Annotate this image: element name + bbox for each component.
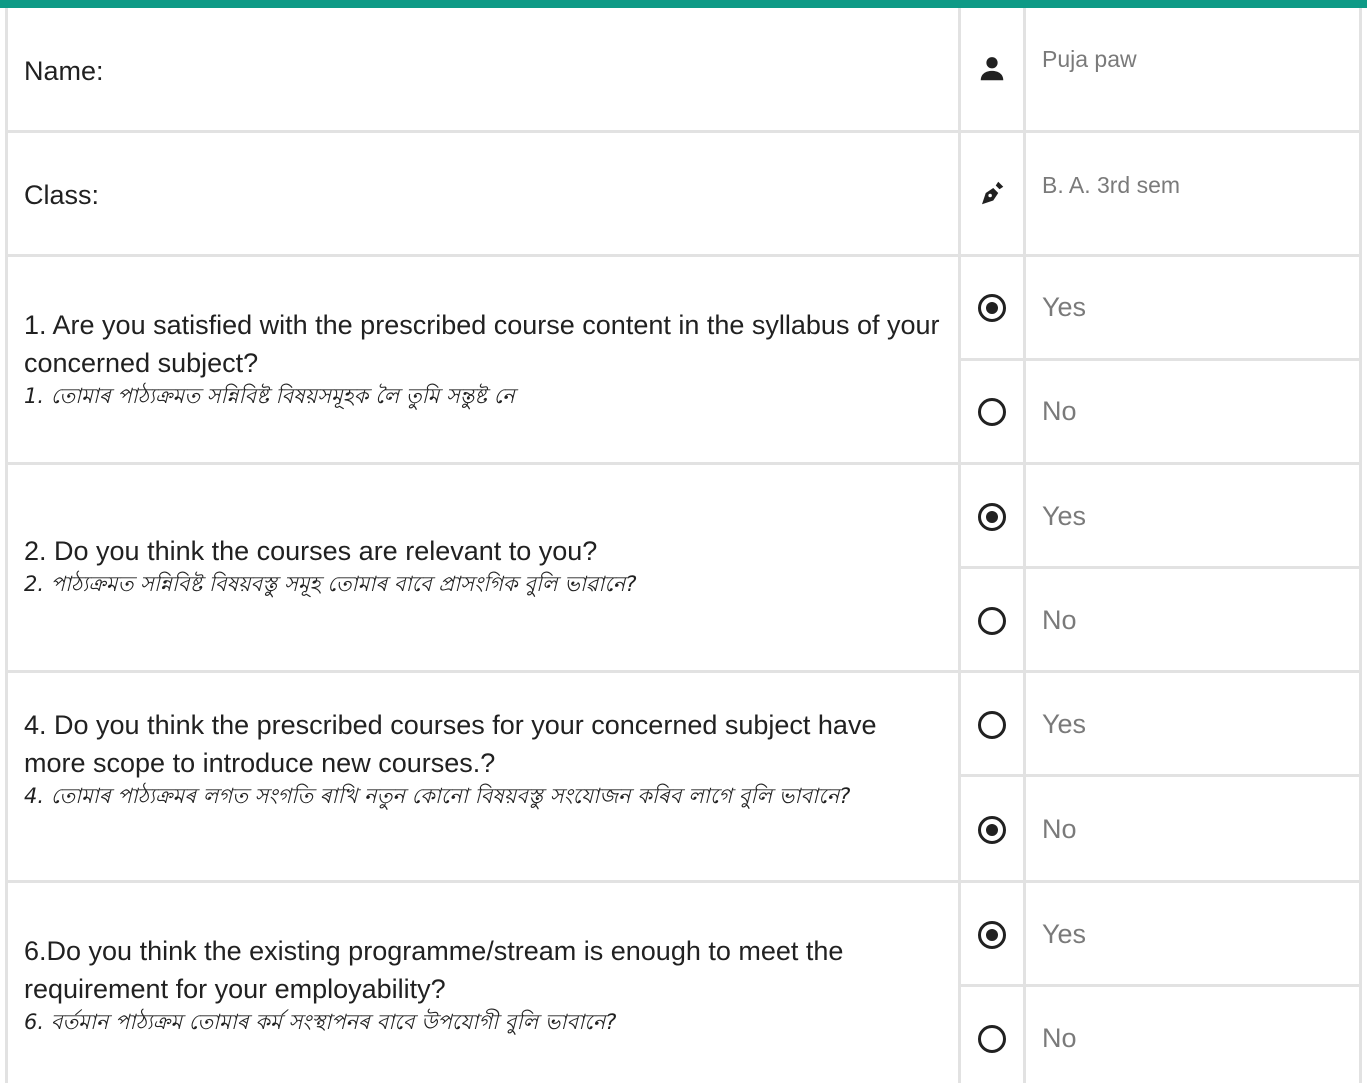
grid-line [960,358,1359,361]
grid-line [5,8,8,1083]
question-2-option-no[interactable]: No [1042,605,1077,636]
question-1-label: 1. Are you satisfied with the prescribed… [24,310,940,408]
grid-line [960,774,1359,777]
grid-line [960,984,1359,987]
question-6-radio-yes[interactable] [978,921,1006,949]
question-6-option-no[interactable]: No [1042,1023,1077,1054]
class-label: Class: [24,180,100,210]
question-6-radio-no[interactable] [978,1025,1006,1053]
question-4-radio-yes[interactable] [978,711,1006,739]
person-icon [980,57,1004,81]
question-1-option-no[interactable]: No [1042,396,1077,427]
grid-line [8,130,1359,133]
question-2-radio-yes[interactable] [978,503,1006,531]
question-6-label: 6.Do you think the existing programme/st… [24,936,844,1034]
grid-line [1023,8,1026,1083]
question-2-label: 2. Do you think the courses are relevant… [24,536,637,596]
survey-form: Name: Puja paw Class: B. A. 3rd sem 1. A… [0,8,1367,1083]
grid-line [8,462,1359,465]
name-label: Name: [24,56,104,86]
grid-line [8,670,1359,673]
grid-line [8,254,1359,257]
grid-line [960,566,1359,569]
grid-line [1359,8,1362,1083]
question-4-option-yes[interactable]: Yes [1042,709,1086,740]
question-1-option-yes[interactable]: Yes [1042,292,1086,323]
question-2-radio-no[interactable] [978,607,1006,635]
top-accent-bar [0,0,1367,8]
grid-line [8,880,1359,883]
name-value: Puja paw [1042,46,1137,72]
question-6-option-yes[interactable]: Yes [1042,919,1086,950]
question-1-radio-no[interactable] [978,398,1006,426]
question-4-radio-no[interactable] [978,816,1006,844]
class-value: B. A. 3rd sem [1042,172,1181,198]
question-4-option-no[interactable]: No [1042,814,1077,845]
pen-nib-icon [982,181,1004,205]
question-2-option-yes[interactable]: Yes [1042,501,1086,532]
grid-line [958,8,961,1083]
question-1-radio-yes[interactable] [978,294,1006,322]
question-4-label: 4. Do you think the prescribed courses f… [24,710,877,808]
